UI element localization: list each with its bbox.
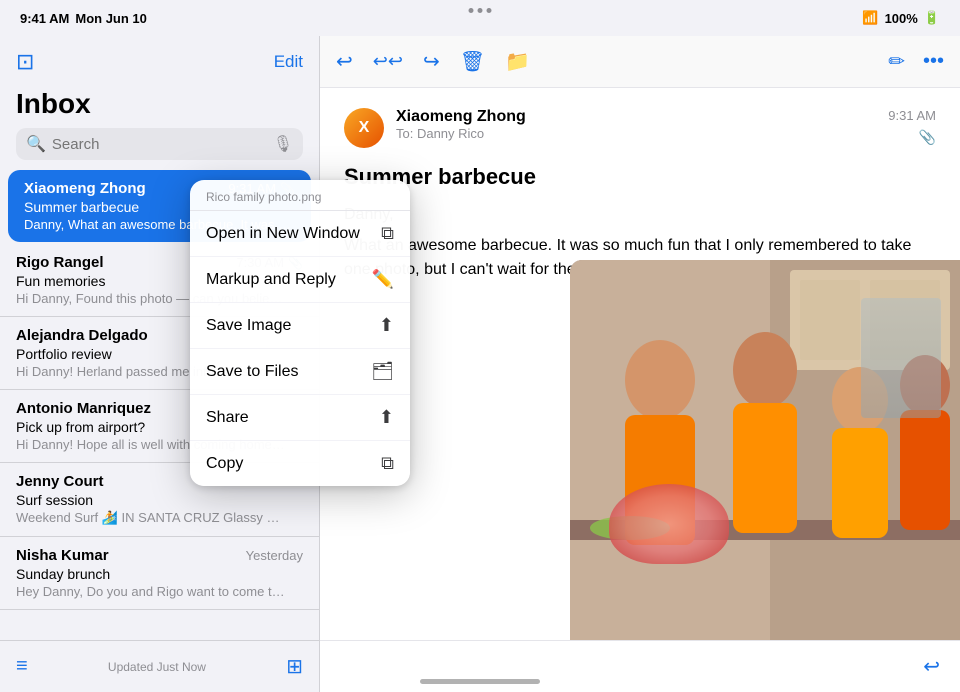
context-menu-filename: Rico family photo.png: [190, 180, 410, 211]
save-image-label: Save Image: [206, 317, 291, 335]
share-icon: ⬆: [379, 407, 394, 428]
copy-icon: ⧉: [381, 453, 394, 474]
save-image-icon: ⬆: [379, 315, 394, 336]
share-label: Share: [206, 409, 249, 427]
save-to-files-label: Save to Files: [206, 363, 298, 381]
context-menu-save-image[interactable]: Save Image ⬆: [190, 303, 410, 349]
context-menu-copy[interactable]: Copy ⧉: [190, 441, 410, 486]
markup-reply-label: Markup and Reply: [206, 271, 336, 289]
ipad-frame: 9:41 AM Mon Jun 10 📶 100% 🔋 ⊡ Edit Inbox…: [0, 0, 960, 692]
context-menu-overlay: Rico family photo.png Open in New Window…: [0, 0, 960, 692]
markup-reply-icon: ✏️: [372, 269, 394, 290]
context-menu-markup-reply[interactable]: Markup and Reply ✏️: [190, 257, 410, 303]
context-menu-open-new-window[interactable]: Open in New Window ⧉: [190, 211, 410, 257]
context-menu-save-to-files[interactable]: Save to Files 🗂: [190, 349, 410, 395]
open-new-window-icon: ⧉: [381, 223, 394, 244]
copy-label: Copy: [206, 455, 243, 473]
context-menu-share[interactable]: Share ⬆: [190, 395, 410, 441]
open-new-window-label: Open in New Window: [206, 225, 360, 243]
context-menu: Rico family photo.png Open in New Window…: [190, 180, 410, 486]
save-to-files-icon: 🗂: [371, 361, 394, 382]
